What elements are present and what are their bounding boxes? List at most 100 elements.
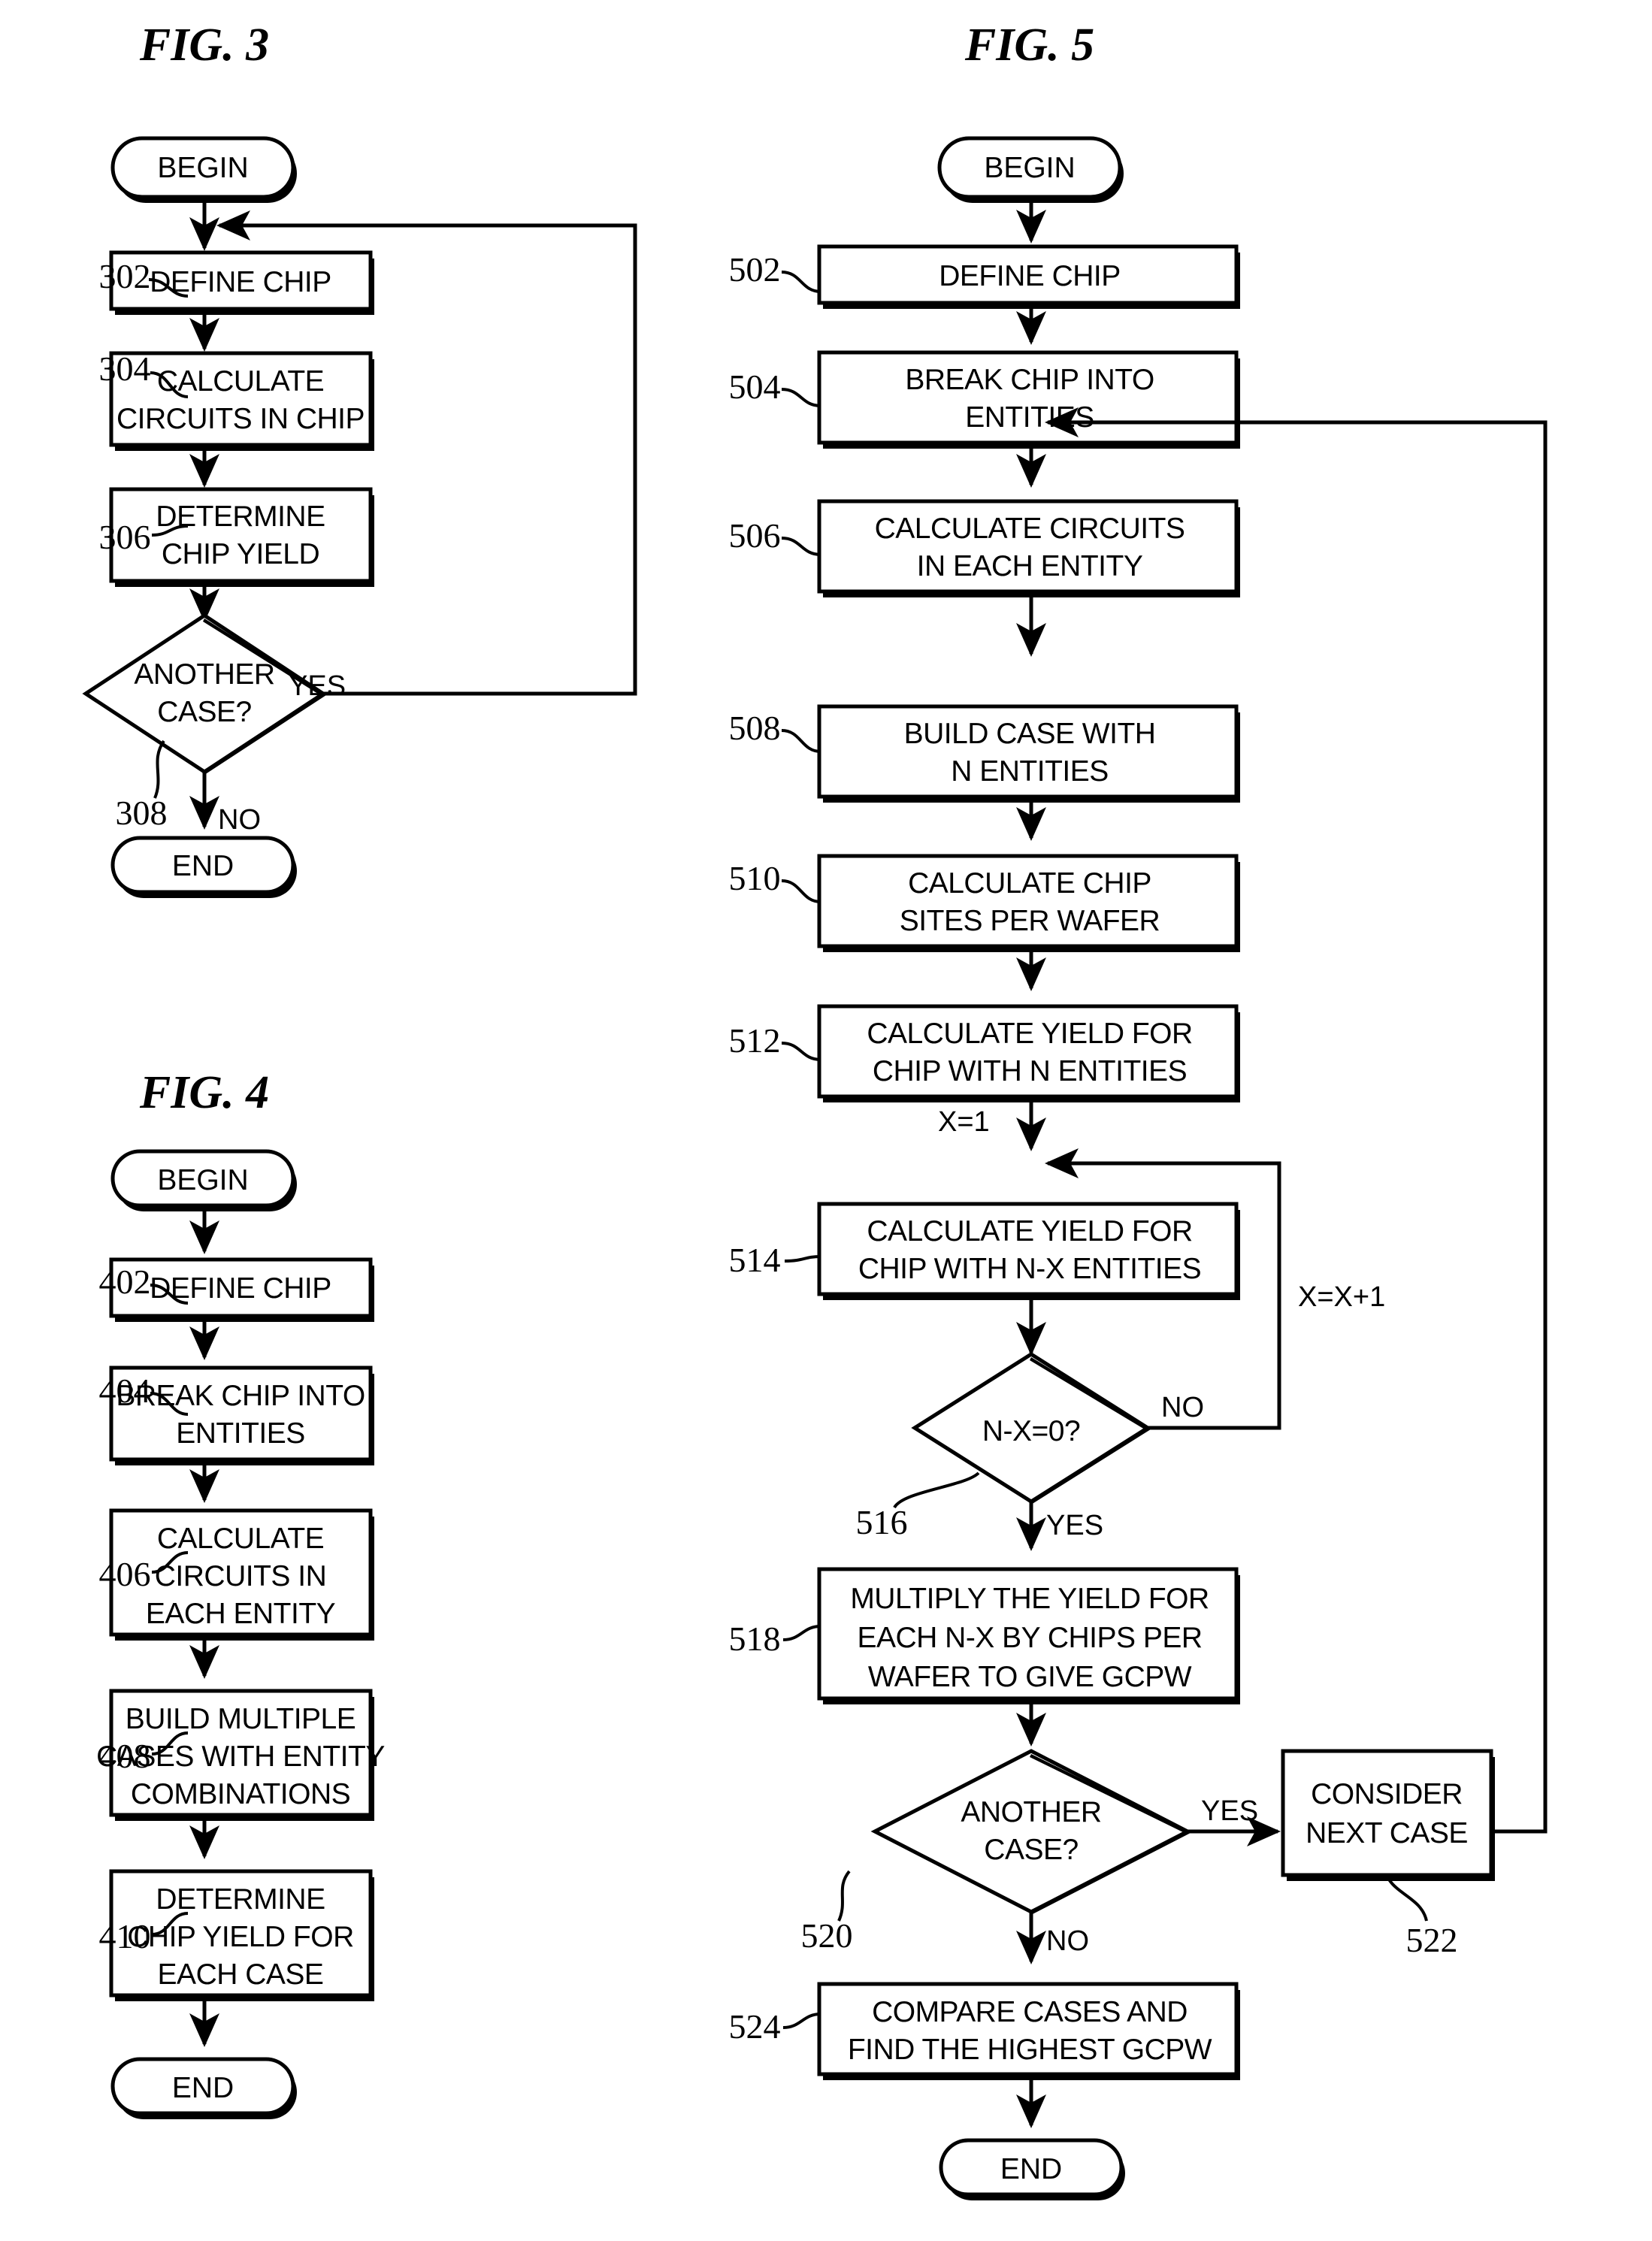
- ref-number-406: 406: [99, 1555, 151, 1593]
- process-box-504-line-1: BREAK CHIP INTO: [905, 364, 1154, 396]
- figure-title-fig5: FIG. 5: [964, 20, 1094, 71]
- process-box-406: CALCULATE CIRCUITS IN EACH ENTITY: [109, 1508, 374, 1641]
- ref-number-522: 522: [1406, 1921, 1458, 1959]
- process-box-502: DEFINE CHIP: [817, 244, 1240, 309]
- ref-number-508: 508: [729, 709, 781, 747]
- patent-drawing-sheet: FIG. 3 BEGIN DEFINE CHIP 302 CALCULATE C…: [0, 0, 1652, 2241]
- terminator-begin-label-fig4: BEGIN: [157, 1164, 248, 1196]
- edge-label-yes-516: YES: [1046, 1510, 1103, 1541]
- process-box-512-line-1: CALCULATE YIELD FOR: [867, 1018, 1192, 1050]
- process-box-524-line-1: COMPARE CASES AND: [872, 1996, 1188, 2028]
- process-box-510: CALCULATE CHIP SITES PER WAFER: [817, 854, 1240, 952]
- edge-label-no-308: NO: [218, 804, 261, 836]
- leader-line-510: [781, 879, 821, 903]
- leader-line-508: [781, 729, 821, 753]
- leader-line-308: [153, 739, 165, 799]
- terminator-begin-label-fig5: BEGIN: [984, 152, 1075, 184]
- ref-number-302: 302: [99, 257, 151, 295]
- process-box-518-line-2: EACH N-X BY CHIPS PER: [857, 1622, 1202, 1654]
- figure-fig5: FIG. 5 BEGIN DEFINE CHIP 502 BREAK CHIP …: [729, 20, 1548, 2200]
- decision-diamond-520-line-1: ANOTHER: [961, 1796, 1101, 1828]
- edge-label-no-516: NO: [1161, 1392, 1204, 1423]
- process-box-508-line-2: N ENTITIES: [951, 755, 1109, 788]
- process-box-514: CALCULATE YIELD FOR CHIP WITH N-X ENTITI…: [817, 1202, 1240, 1300]
- terminator-end-label-fig4: END: [172, 2072, 234, 2104]
- edge-label-increment-counter: X=X+1: [1298, 1281, 1385, 1313]
- leader-line-522: [1387, 1878, 1428, 1922]
- process-box-506-line-1: CALCULATE CIRCUITS: [875, 513, 1185, 545]
- process-box-524: COMPARE CASES AND FIND THE HIGHEST GCPW: [817, 1982, 1240, 2080]
- terminator-end-fig5: END: [939, 2138, 1125, 2200]
- edge-label-init-counter: X=1: [938, 1106, 990, 1138]
- process-box-406-line-3: EACH ENTITY: [146, 1598, 336, 1630]
- leader-line-512: [781, 1042, 821, 1061]
- leader-line-520: [837, 1870, 851, 1922]
- ref-number-308: 308: [116, 794, 168, 832]
- ref-number-518: 518: [729, 1620, 781, 1658]
- ref-number-502: 502: [729, 250, 781, 289]
- process-box-508-line-1: BUILD CASE WITH: [904, 718, 1156, 750]
- terminator-begin-fig3: BEGIN: [110, 136, 297, 203]
- figure-fig4: FIG. 4 BEGIN DEFINE CHIP 402 BREAK CHIP …: [96, 1067, 386, 2119]
- process-box-402: DEFINE CHIP: [109, 1257, 374, 1322]
- process-box-406-line-2: CIRCUITS IN: [155, 1560, 327, 1592]
- ref-number-512: 512: [729, 1021, 781, 1060]
- ref-number-408: 408: [99, 1737, 151, 1775]
- process-box-506: CALCULATE CIRCUITS IN EACH ENTITY: [817, 499, 1240, 597]
- leader-line-524: [782, 2013, 821, 2029]
- ref-number-524: 524: [729, 2007, 781, 2046]
- figure-title-fig4: FIG. 4: [139, 1067, 269, 1118]
- process-box-522-line-2: NEXT CASE: [1306, 1817, 1468, 1849]
- ref-number-520: 520: [801, 1916, 853, 1955]
- ref-number-306: 306: [99, 518, 151, 556]
- terminator-begin-label-fig3: BEGIN: [157, 152, 248, 184]
- process-box-512-line-2: CHIP WITH N ENTITIES: [873, 1055, 1187, 1087]
- figure-title-fig3: FIG. 3: [139, 20, 269, 71]
- process-box-410-line-3: EACH CASE: [158, 1958, 324, 1991]
- process-box-304-line-1: CALCULATE: [157, 365, 324, 398]
- leader-line-502: [781, 271, 821, 293]
- process-box-404-line-1: BREAK CHIP INTO: [116, 1380, 365, 1412]
- process-box-524-line-2: FIND THE HIGHEST GCPW: [848, 2034, 1212, 2066]
- process-box-514-line-2: CHIP WITH N-X ENTITIES: [858, 1253, 1201, 1285]
- process-box-518: MULTIPLY THE YIELD FOR EACH N-X BY CHIPS…: [817, 1567, 1240, 1704]
- decision-diamond-308-line-1: ANOTHER: [134, 658, 274, 691]
- decision-diamond-516: N-X=0?: [911, 1352, 1151, 1505]
- decision-diamond-520: ANOTHER CASE?: [870, 1749, 1192, 1915]
- process-box-404-line-2: ENTITIES: [176, 1417, 305, 1450]
- process-box-522-line-1: CONSIDER: [1311, 1778, 1463, 1810]
- ref-number-516: 516: [856, 1503, 908, 1541]
- process-box-408-line-3: COMBINATIONS: [131, 1778, 350, 1810]
- terminator-begin-fig5: BEGIN: [937, 136, 1124, 203]
- process-box-410-line-1: DETERMINE: [156, 1883, 325, 1916]
- ref-number-402: 402: [99, 1263, 151, 1301]
- process-box-504: BREAK CHIP INTO ENTITIES: [817, 350, 1240, 449]
- ref-number-506: 506: [729, 516, 781, 555]
- leader-line-504: [781, 388, 821, 407]
- process-box-302: DEFINE CHIP: [109, 250, 374, 315]
- edge-label-yes-520: YES: [1201, 1795, 1258, 1827]
- process-box-514-line-1: CALCULATE YIELD FOR: [867, 1215, 1192, 1248]
- process-box-504-line-2: ENTITIES: [965, 401, 1094, 434]
- terminator-end-label-fig5: END: [1000, 2153, 1062, 2185]
- process-box-404: BREAK CHIP INTO ENTITIES: [109, 1365, 374, 1465]
- process-box-518-line-3: WAFER TO GIVE GCPW: [868, 1661, 1192, 1693]
- figure-fig3: FIG. 3 BEGIN DEFINE CHIP 302 CALCULATE C…: [82, 20, 637, 898]
- process-box-410: DETERMINE CHIP YIELD FOR EACH CASE: [109, 1869, 374, 2001]
- ref-number-510: 510: [729, 859, 781, 897]
- process-box-410-line-2: CHIP YIELD FOR: [127, 1921, 353, 1953]
- leader-line-506: [781, 537, 821, 556]
- decision-diamond-516-line-1: N-X=0?: [982, 1415, 1080, 1447]
- process-box-510-line-1: CALCULATE CHIP: [908, 867, 1151, 900]
- decision-diamond-520-line-2: CASE?: [984, 1834, 1078, 1866]
- process-box-304-line-2: CIRCUITS IN CHIP: [116, 403, 365, 435]
- process-box-502-line-1: DEFINE CHIP: [939, 260, 1121, 292]
- terminator-end-label-fig3: END: [172, 850, 234, 882]
- ref-number-514: 514: [729, 1241, 781, 1279]
- ref-number-504: 504: [729, 367, 781, 406]
- process-box-506-line-2: IN EACH ENTITY: [917, 550, 1143, 582]
- leader-line-514: [784, 1255, 821, 1263]
- terminator-end-fig4: END: [110, 2057, 297, 2119]
- process-box-522: CONSIDER NEXT CASE: [1281, 1749, 1495, 1881]
- process-box-306-line-2: CHIP YIELD: [162, 538, 319, 570]
